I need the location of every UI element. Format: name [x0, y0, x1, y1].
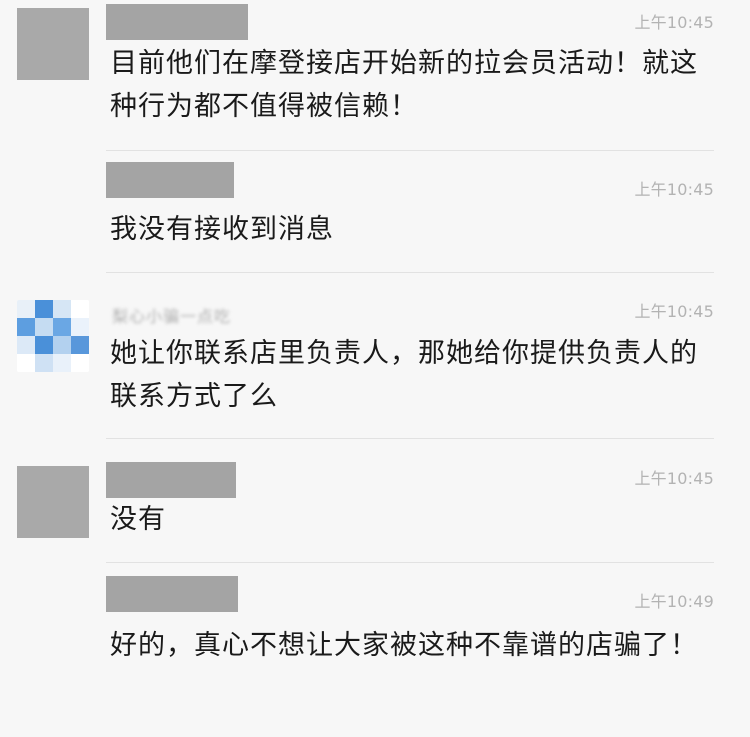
sender-name-redacted: [106, 576, 238, 612]
message-item: 上午10:45 目前他们在摩登接店开始新的拉会员活动！就这种行为都不值得被信赖！: [0, 0, 750, 151]
message-text[interactable]: 好的，真心不想让大家被这种不靠谱的店骗了！: [110, 624, 720, 667]
message-item: 梨心小骗一点吃 上午10:45 她让你联系店里负责人，那她给你提供负责人的联系方…: [0, 272, 750, 439]
sender-name-redacted: [106, 4, 248, 40]
avatar-redacted[interactable]: [17, 466, 89, 538]
avatar-pixelated[interactable]: [17, 300, 89, 372]
message-item: 上午10:45 没有: [0, 438, 750, 563]
message-timestamp: 上午10:45: [634, 469, 714, 488]
message-timestamp: 上午10:45: [634, 13, 714, 32]
message-item: 上午10:45 我没有接收到消息: [0, 150, 750, 273]
chat-history: 上午10:45 目前他们在摩登接店开始新的拉会员活动！就这种行为都不值得被信赖！…: [0, 0, 750, 737]
message-text[interactable]: 目前他们在摩登接店开始新的拉会员活动！就这种行为都不值得被信赖！: [110, 42, 720, 128]
message-item: 上午10:49 好的，真心不想让大家被这种不靠谱的店骗了！: [0, 562, 750, 737]
message-timestamp: 上午10:45: [634, 180, 714, 199]
message-timestamp: 上午10:45: [634, 302, 714, 321]
message-text[interactable]: 没有: [110, 498, 720, 541]
sender-name-redacted: [106, 162, 234, 198]
sender-name-redacted: [106, 462, 236, 498]
sender-name-blurred: 梨心小骗一点吃: [112, 307, 232, 326]
avatar-redacted[interactable]: [17, 8, 89, 80]
message-text[interactable]: 她让你联系店里负责人，那她给你提供负责人的联系方式了么: [110, 332, 720, 418]
message-timestamp: 上午10:49: [634, 592, 714, 611]
message-text[interactable]: 我没有接收到消息: [110, 208, 720, 251]
